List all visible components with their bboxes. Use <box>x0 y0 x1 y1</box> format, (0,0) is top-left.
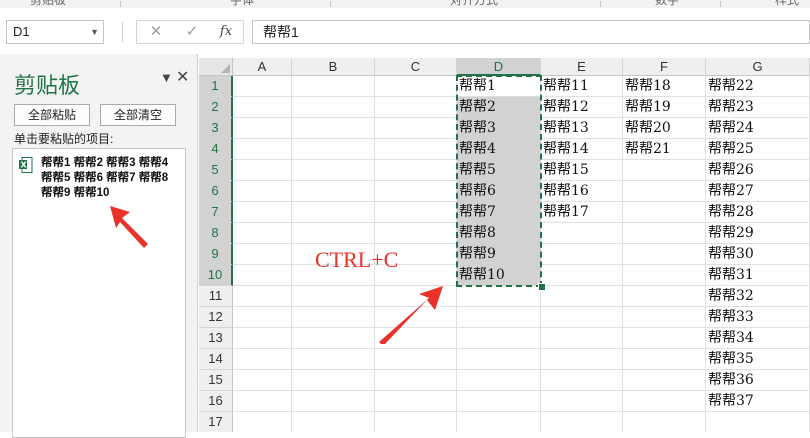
cell-G14[interactable]: 帮帮35 <box>706 349 754 369</box>
row-header-6[interactable]: 6 <box>199 181 233 202</box>
row-header-8[interactable]: 8 <box>199 223 233 244</box>
cell-E2[interactable]: 帮帮12 <box>541 97 589 117</box>
svg-text:X: X <box>21 161 28 170</box>
column-header-A[interactable]: A <box>233 58 292 76</box>
clipboard-item-list: X 帮帮1 帮帮2 帮帮3 帮帮4 帮帮5 帮帮6 帮帮7 帮帮8 帮帮9 帮帮… <box>12 148 186 438</box>
clear-all-button[interactable]: 全部清空 <box>100 104 176 126</box>
cell-E3[interactable]: 帮帮13 <box>541 118 589 138</box>
row-header-2[interactable]: 2 <box>199 97 233 118</box>
select-all-corner[interactable] <box>199 58 233 76</box>
row-header-10[interactable]: 10 <box>199 265 233 286</box>
close-icon[interactable]: ✕ <box>176 67 189 87</box>
cell-G5[interactable]: 帮帮26 <box>706 160 754 180</box>
row-header-13[interactable]: 13 <box>199 328 233 349</box>
clipboard-title: 剪贴板 <box>14 73 81 98</box>
formula-buttons: ✕ ✓ fx <box>136 20 244 44</box>
cell-F2[interactable]: 帮帮19 <box>623 97 671 117</box>
cell-G1[interactable]: 帮帮22 <box>706 76 754 96</box>
pane-options-icon[interactable]: ▼ <box>160 70 173 85</box>
copy-marquee <box>456 75 542 287</box>
row-header-15[interactable]: 15 <box>199 370 233 391</box>
column-header-E[interactable]: E <box>541 58 623 76</box>
ribbon-label-clipboard: 剪贴板 <box>30 0 67 7</box>
cell-G11[interactable]: 帮帮32 <box>706 286 754 306</box>
cell-E5[interactable]: 帮帮15 <box>541 160 589 180</box>
fill-handle[interactable] <box>538 283 546 291</box>
cell-E6[interactable]: 帮帮16 <box>541 181 589 201</box>
cell-E4[interactable]: 帮帮14 <box>541 139 589 159</box>
cell-G2[interactable]: 帮帮23 <box>706 97 754 117</box>
cancel-icon[interactable]: ✕ <box>141 21 171 43</box>
column-header-F[interactable]: F <box>623 58 706 76</box>
cell-F3[interactable]: 帮帮20 <box>623 118 671 138</box>
excel-file-icon: X <box>19 157 33 173</box>
ribbon-label-styles: 样式 <box>775 0 800 7</box>
enter-icon[interactable]: ✓ <box>177 21 207 43</box>
name-box-value: D1 <box>13 24 30 39</box>
column-header-C[interactable]: C <box>375 58 457 76</box>
formula-bar: D1 ▼ ✕ ✓ fx 帮帮1 <box>0 8 810 54</box>
row-header-17[interactable]: 17 <box>199 412 233 432</box>
row-header-11[interactable]: 11 <box>199 286 233 307</box>
cell-G9[interactable]: 帮帮30 <box>706 244 754 264</box>
cell-E7[interactable]: 帮帮17 <box>541 202 589 222</box>
ribbon-label-font: 字体 <box>230 0 255 7</box>
cell-G3[interactable]: 帮帮24 <box>706 118 754 138</box>
paste-all-button[interactable]: 全部粘贴 <box>14 104 90 126</box>
chevron-down-icon[interactable]: ▼ <box>90 21 99 43</box>
cell-F1[interactable]: 帮帮18 <box>623 76 671 96</box>
cell-G10[interactable]: 帮帮31 <box>706 265 754 285</box>
cell-G7[interactable]: 帮帮28 <box>706 202 754 222</box>
cell-F4[interactable]: 帮帮21 <box>623 139 671 159</box>
row-header-12[interactable]: 12 <box>199 307 233 328</box>
ribbon-label-number: 数字 <box>655 0 680 7</box>
cell-G6[interactable]: 帮帮27 <box>706 181 754 201</box>
arrow-icon <box>110 206 148 248</box>
worksheet-grid[interactable]: 帮帮1 帮帮2 帮帮3 帮帮4 帮帮5 帮帮6 帮帮7 帮帮8 帮帮9 帮帮10 帮帮11 帮帮12 帮… <box>199 54 810 432</box>
row-header-1[interactable]: 1 <box>199 76 233 97</box>
row-header-14[interactable]: 14 <box>199 349 233 370</box>
cell-G15[interactable]: 帮帮36 <box>706 370 754 390</box>
cell-G4[interactable]: 帮帮25 <box>706 139 754 159</box>
clipboard-hint: 单击要粘贴的项目: <box>14 132 114 146</box>
name-box[interactable]: D1 ▼ <box>6 20 104 44</box>
row-header-7[interactable]: 7 <box>199 202 233 223</box>
row-header-16[interactable]: 16 <box>199 391 233 412</box>
clipboard-item-text: 帮帮1 帮帮2 帮帮3 帮帮4 帮帮5 帮帮6 帮帮7 帮帮8 帮帮9 帮帮10 <box>41 157 169 199</box>
row-header-3[interactable]: 3 <box>199 118 233 139</box>
column-header-G[interactable]: G <box>706 58 810 76</box>
column-gridline <box>291 76 292 432</box>
cell-E1[interactable]: 帮帮11 <box>541 76 589 96</box>
row-header-9[interactable]: 9 <box>199 244 233 265</box>
row-header-5[interactable]: 5 <box>199 160 233 181</box>
formula-bar-divider <box>122 22 123 42</box>
arrow-icon <box>379 286 443 344</box>
column-header-B[interactable]: B <box>292 58 375 76</box>
cell-G16[interactable]: 帮帮37 <box>706 391 754 411</box>
row-header-4[interactable]: 4 <box>199 139 233 160</box>
cell-G13[interactable]: 帮帮34 <box>706 328 754 348</box>
ribbon-label-alignment: 对齐方式 <box>450 0 499 7</box>
row-gridline <box>233 411 810 412</box>
formula-input[interactable]: 帮帮1 <box>252 20 810 44</box>
cell-G12[interactable]: 帮帮33 <box>706 307 754 327</box>
column-header-D[interactable]: D <box>457 58 541 76</box>
cell-G8[interactable]: 帮帮29 <box>706 223 754 243</box>
ctrl-c-annotation: CTRL+C <box>315 247 399 272</box>
insert-function-icon[interactable]: fx <box>211 21 241 43</box>
clipboard-pane: 剪贴板 ▼ ✕ 全部粘贴 全部清空 单击要粘贴的项目: X 帮帮1 帮帮2 帮帮… <box>0 54 198 438</box>
